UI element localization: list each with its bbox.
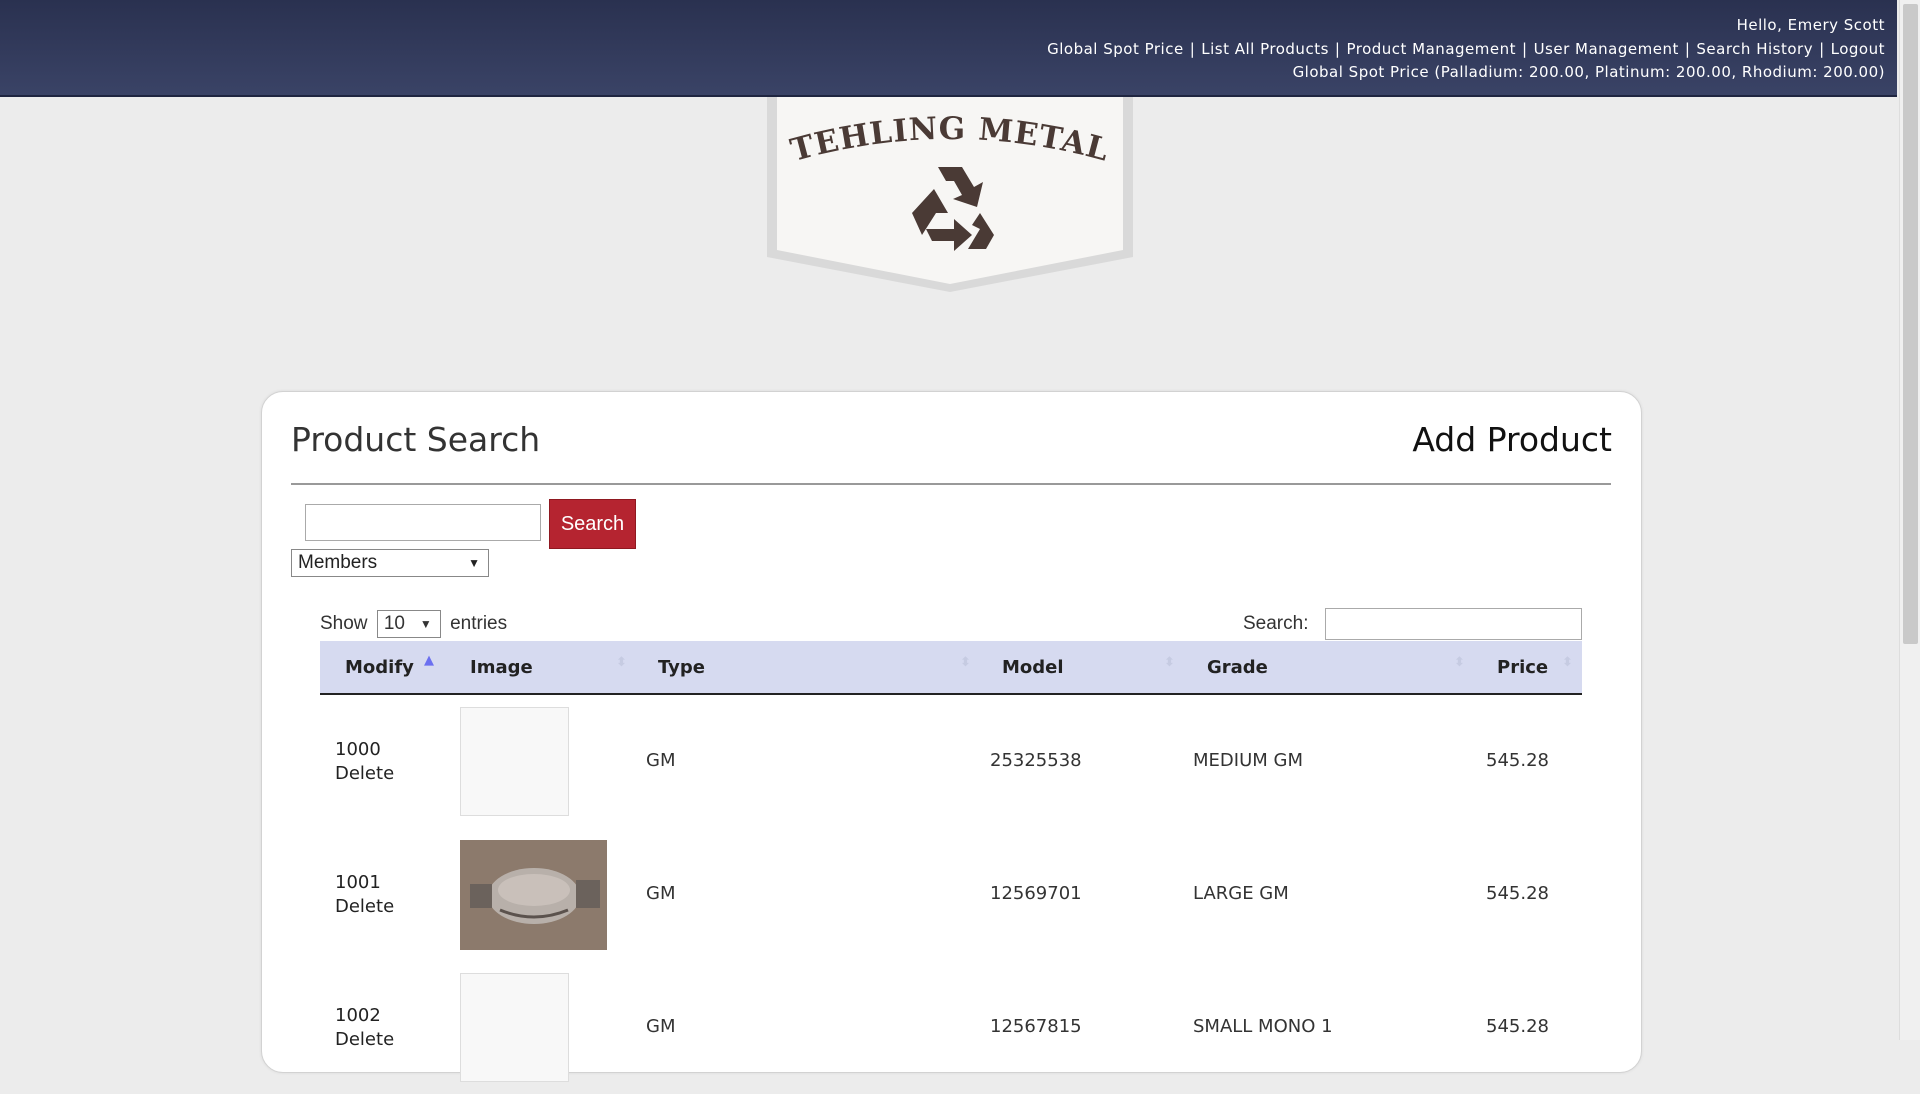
search-scope-value: Members <box>298 552 378 573</box>
type-cell: GM <box>646 1016 676 1037</box>
table-filter-label: Search: <box>1243 613 1309 634</box>
modify-link[interactable]: 1001 <box>335 871 394 895</box>
nav-separator: | <box>1522 40 1528 58</box>
company-logo[interactable]: STEHLING METALS <box>767 97 1133 292</box>
sort-icon: ⬍ <box>1454 655 1465 670</box>
col-modify[interactable]: Modify <box>345 657 414 678</box>
greeting: Hello, Emery Scott <box>1736 16 1885 34</box>
table-row: 1002 Delete GM 12567815 SMALL MONO 1 545… <box>320 961 1582 1094</box>
entries-length-control: Show 10 ▼ entries <box>320 610 507 638</box>
price-cell: 545.28 <box>1486 1016 1549 1037</box>
modify-link[interactable]: 1000 <box>335 738 394 762</box>
grade-cell: LARGE GM <box>1193 883 1289 904</box>
nav-user-management[interactable]: User Management <box>1534 40 1679 58</box>
title-divider <box>291 483 1611 485</box>
modify-link[interactable]: 1002 <box>335 1004 394 1028</box>
col-price[interactable]: Price <box>1497 657 1548 678</box>
nav-separator: | <box>1189 40 1196 58</box>
modify-cell: 1000 Delete <box>335 738 394 786</box>
chevron-down-icon: ▼ <box>419 617 432 631</box>
sort-asc-icon: ▲ <box>424 653 434 668</box>
table-row: 1001 Delete GM 12569701 LARGE GM 545.28 <box>320 828 1582 961</box>
delete-link[interactable]: Delete <box>335 895 394 919</box>
nav-separator: | <box>1819 40 1825 58</box>
top-nav: Global Spot Price | List All Products | Prod… <box>1047 40 1885 58</box>
modify-cell: 1002 Delete <box>335 1004 394 1052</box>
products-table: Modify ▲ Image ⬍ Type ⬍ Model ⬍ Grade ⬍ … <box>320 641 1582 1094</box>
product-image[interactable] <box>460 840 607 950</box>
col-type[interactable]: Type <box>658 657 705 678</box>
nav-logout[interactable]: Logout <box>1831 40 1885 58</box>
nav-separator: | <box>1334 40 1341 58</box>
model-cell: 12569701 <box>990 883 1082 904</box>
price-cell: 545.28 <box>1486 750 1549 771</box>
product-search-input[interactable] <box>305 504 541 541</box>
entries-length-select[interactable]: 10 ▼ <box>376 610 441 638</box>
table-filter-input[interactable] <box>1325 608 1582 640</box>
product-image-placeholder[interactable] <box>460 707 569 816</box>
table-row: 1000 Delete GM 25325538 MEDIUM GM 545.28 <box>320 695 1582 828</box>
delete-link[interactable]: Delete <box>335 1028 394 1052</box>
entries-length-value: 10 <box>383 613 405 634</box>
nav-list-all-products[interactable]: List All Products <box>1201 40 1329 58</box>
modify-cell: 1001 Delete <box>335 871 394 919</box>
scrollbar-thumb[interactable] <box>1903 4 1918 644</box>
type-cell: GM <box>646 750 676 771</box>
delete-link[interactable]: Delete <box>335 762 394 786</box>
page-scrollbar[interactable] <box>1899 0 1920 1040</box>
chevron-down-icon: ▼ <box>468 556 480 570</box>
nav-product-management[interactable]: Product Management <box>1346 40 1516 58</box>
search-scope-select[interactable]: Members ▼ <box>291 549 489 577</box>
grade-cell: MEDIUM GM <box>1193 750 1303 771</box>
price-cell: 545.28 <box>1486 883 1549 904</box>
col-model[interactable]: Model <box>1002 657 1064 678</box>
nav-separator: | <box>1684 40 1691 58</box>
entries-label: entries <box>450 613 508 635</box>
sort-icon: ⬍ <box>960 655 971 670</box>
sort-icon: ⬍ <box>1562 655 1573 670</box>
search-button[interactable]: Search <box>549 499 636 549</box>
show-label: Show <box>320 613 368 635</box>
product-image-placeholder[interactable] <box>460 973 569 1082</box>
col-grade[interactable]: Grade <box>1207 657 1268 678</box>
grade-cell: SMALL MONO 1 <box>1193 1016 1333 1037</box>
spot-price-info: Global Spot Price (Palladium: 200.00, Pl… <box>1292 63 1885 81</box>
nav-search-history[interactable]: Search History <box>1696 40 1813 58</box>
table-header: Modify ▲ Image ⬍ Type ⬍ Model ⬍ Grade ⬍ … <box>320 641 1582 695</box>
sort-icon: ⬍ <box>616 655 627 670</box>
add-product-link[interactable]: Add Product <box>1412 420 1612 459</box>
model-cell: 25325538 <box>990 750 1082 771</box>
type-cell: GM <box>646 883 676 904</box>
model-cell: 12567815 <box>990 1016 1082 1037</box>
product-search-panel: Product Search Add Product Search Member… <box>261 391 1642 1082</box>
top-header: Hello, Emery Scott Global Spot Price | Lis… <box>0 0 1897 97</box>
page-title: Product Search <box>291 420 541 459</box>
col-image[interactable]: Image <box>470 657 533 678</box>
sort-icon: ⬍ <box>1164 655 1175 670</box>
nav-global-spot-price[interactable]: Global Spot Price <box>1047 40 1184 58</box>
